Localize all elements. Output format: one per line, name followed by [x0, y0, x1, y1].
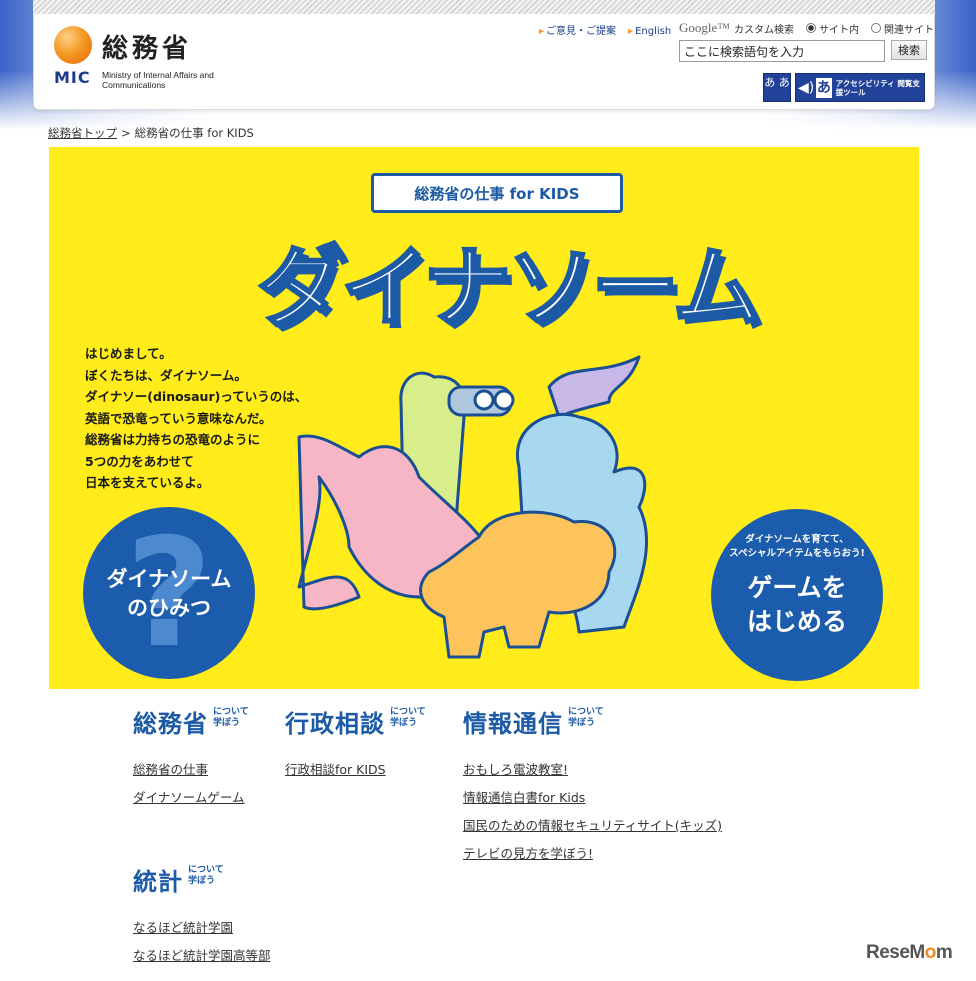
logo-text-mic[interactable]: MIC: [54, 68, 91, 87]
section-title: 総務省: [133, 710, 208, 738]
link-denpa[interactable]: おもしろ電波教室!: [463, 762, 568, 777]
watermark-text: ReseM: [866, 942, 925, 963]
custom-search-label: カスタム検索: [734, 24, 795, 36]
section-toukei: 統計 について 学ぼう なるほど統計学園 なるほど統計学園高等部: [133, 862, 271, 977]
link-security[interactable]: 国民のための情報セキュリティサイト(キッズ): [463, 818, 722, 833]
link-tv[interactable]: テレビの見方を学ぼう!: [463, 846, 593, 861]
hero-banner: 総務省の仕事 for KIDS ダイナソーム はじめまして。 ぼくたちは、ダイナ…: [49, 147, 919, 689]
english-link[interactable]: English: [628, 26, 671, 37]
section-subtitle: について 学ぼう: [188, 865, 224, 886]
link-toukei-koutoubu[interactable]: なるほど統計学園高等部: [133, 948, 271, 963]
site-header: 総務省 MIC Ministry of Internal Affairs and…: [33, 14, 935, 110]
hero-ribbon-text: 総務省の仕事 for KIDS: [414, 184, 580, 203]
breadcrumb: 総務省トップ > 総務省の仕事 for KIDS: [48, 125, 254, 141]
radio-checked-icon[interactable]: [806, 23, 817, 33]
watermark-text-end: m: [935, 942, 953, 963]
accessibility-label: アクセシビリティ 閲覧支援ツール: [835, 78, 920, 97]
section-subtitle: について 学ぼう: [568, 707, 604, 728]
pterodactyl: [547, 355, 641, 419]
radio-related[interactable]: 関連サイト: [871, 21, 934, 36]
header-links: ご意見・ご提案 English: [539, 22, 683, 37]
section-title: 情報通信: [463, 710, 563, 738]
font-size-button[interactable]: あ あ: [763, 73, 791, 102]
dinosaurs-illustration: [297, 355, 648, 659]
section-title: 統計: [133, 868, 183, 896]
section-subtitle: について 学ぼう: [213, 707, 249, 728]
header-stripe: [33, 0, 935, 14]
breadcrumb-separator: >: [121, 126, 131, 140]
speaker-icon: ◀): [797, 79, 815, 96]
search-button[interactable]: 検索: [891, 40, 927, 60]
resemom-watermark: ReseMom: [866, 942, 953, 964]
link-toukei-gakuen[interactable]: なるほど統計学園: [133, 920, 233, 935]
logo-text-en[interactable]: Ministry of Internal Affairs and Communi…: [102, 70, 252, 90]
google-logo: Google™: [679, 20, 731, 35]
feedback-link[interactable]: ご意見・ご提案: [539, 26, 616, 37]
accessibility-a-icon: あ: [816, 77, 832, 98]
radio-unchecked-icon[interactable]: [871, 23, 882, 33]
section-johotsushin: 情報通信 について 学ぼう おもしろ電波教室! 情報通信白書for Kids 国…: [463, 704, 722, 875]
secret-button-label: ダイナソーム のひみつ: [106, 567, 232, 620]
radio-related-label: 関連サイト: [884, 24, 935, 36]
link-gyosei-kids[interactable]: 行政相談for KIDS: [285, 762, 386, 777]
start-game-button[interactable]: ダイナソームを育てて、 スペシャルアイテムをもらおう! ゲームを はじめる: [711, 509, 883, 681]
breadcrumb-home-link[interactable]: 総務省トップ: [48, 126, 117, 140]
radio-site-label: サイト内: [819, 24, 860, 36]
search-input[interactable]: [679, 40, 885, 62]
logo-text-jp[interactable]: 総務省: [102, 28, 192, 65]
watermark-o: o: [924, 942, 937, 963]
game-subtext: ダイナソームを育てて、 スペシャルアイテムをもらおう!: [729, 534, 865, 559]
radio-site[interactable]: サイト内: [806, 21, 859, 36]
section-subtitle: について 学ぼう: [390, 707, 426, 728]
section-gyosei: 行政相談 について 学ぼう 行政相談for KIDS: [285, 704, 426, 791]
start-game-label: ゲームを はじめる: [746, 573, 847, 636]
learn-sections: 総務省 について 学ぼう 総務省の仕事 ダイナソームゲーム 行政相談 について …: [133, 704, 833, 964]
section-soumusho: 総務省 について 学ぼう 総務省の仕事 ダイナソームゲーム: [133, 704, 249, 819]
accessibility-button[interactable]: ◀) あ アクセシビリティ 閲覧支援ツール: [795, 73, 925, 102]
section-title: 行政相談: [285, 710, 385, 738]
mic-logo-icon[interactable]: [54, 26, 92, 64]
hero-intro-text: はじめまして。 ぼくたちは、ダイナソーム。 ダイナソー(dinosaur)ってい…: [85, 346, 308, 490]
google-search-options: Google™ カスタム検索 サイト内 関連サイト: [679, 20, 934, 36]
font-size-icon: あ あ: [764, 76, 790, 89]
hero-title: ダイナソーム: [256, 235, 763, 341]
link-work[interactable]: 総務省の仕事: [133, 762, 208, 777]
hero-ribbon: 総務省の仕事 for KIDS: [350, 173, 644, 218]
link-hakusho[interactable]: 情報通信白書for Kids: [463, 790, 585, 805]
link-game[interactable]: ダイナソームゲーム: [133, 790, 245, 805]
secret-button[interactable]: ? ダイナソーム のひみつ: [83, 507, 255, 679]
breadcrumb-current: 総務省の仕事 for KIDS: [134, 126, 254, 140]
